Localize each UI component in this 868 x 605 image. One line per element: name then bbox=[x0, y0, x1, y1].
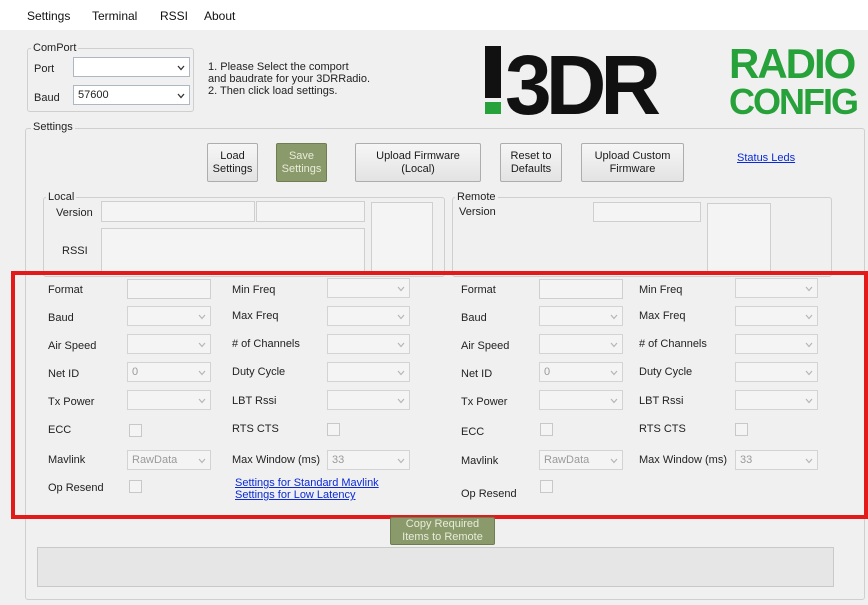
logo-3dr-text: 3DR bbox=[505, 38, 659, 118]
menu-bar: Settings Terminal RSSI About bbox=[0, 0, 868, 30]
upload-firmware-local-button[interactable]: Upload Firmware (Local) bbox=[355, 143, 481, 182]
local-rssi-field bbox=[101, 228, 365, 272]
local-version-field-2 bbox=[256, 201, 365, 222]
local-version-label: Version bbox=[56, 207, 93, 219]
menu-about[interactable]: About bbox=[204, 9, 235, 23]
baud-label: Baud bbox=[34, 92, 60, 104]
local-version-field bbox=[101, 201, 255, 222]
menu-terminal[interactable]: Terminal bbox=[92, 9, 137, 23]
chevron-down-icon bbox=[177, 91, 185, 99]
copy-to-remote-button[interactable]: Copy Required Items to Remote bbox=[390, 517, 495, 545]
local-info-box bbox=[371, 202, 433, 272]
remote-info-box bbox=[707, 203, 771, 272]
instructions-text: 1. Please Select the comport and baudrat… bbox=[208, 61, 371, 97]
menu-rssi[interactable]: RSSI bbox=[160, 9, 188, 23]
logo-config-text: CONFIG bbox=[729, 81, 857, 118]
chevron-down-icon bbox=[177, 63, 185, 71]
menu-settings[interactable]: Settings bbox=[27, 9, 70, 23]
progress-bar bbox=[37, 547, 834, 587]
remote-version-label: Version bbox=[459, 206, 496, 218]
save-settings-button[interactable]: Save Settings bbox=[276, 143, 327, 182]
remote-version-field bbox=[593, 202, 701, 222]
remote-group-title: Remote bbox=[455, 191, 498, 203]
port-select[interactable] bbox=[73, 57, 190, 77]
upload-custom-firmware-button[interactable]: Upload Custom Firmware bbox=[581, 143, 684, 182]
port-label: Port bbox=[34, 63, 55, 75]
app-window: Settings Terminal RSSI About ComPort Por… bbox=[0, 0, 868, 605]
comport-group-title: ComPort bbox=[31, 42, 79, 54]
logo-radio-text: RADIO bbox=[729, 40, 855, 87]
reset-defaults-button[interactable]: Reset to Defaults bbox=[500, 143, 562, 182]
highlight-rectangle bbox=[11, 271, 868, 519]
logo-graphic: 3DR RADIO CONFIG bbox=[485, 38, 859, 132]
status-leds-link[interactable]: Status Leds bbox=[737, 152, 795, 164]
baud-select-value: 57600 bbox=[78, 89, 109, 101]
local-rssi-label: RSSI bbox=[62, 245, 88, 257]
baud-select[interactable]: 57600 bbox=[73, 85, 190, 105]
settings-group-title: Settings bbox=[31, 121, 75, 133]
3dr-radio-config-logo: 3DR RADIO CONFIG bbox=[483, 38, 865, 132]
load-settings-button[interactable]: Load Settings bbox=[207, 143, 258, 182]
local-group-title: Local bbox=[46, 191, 77, 203]
